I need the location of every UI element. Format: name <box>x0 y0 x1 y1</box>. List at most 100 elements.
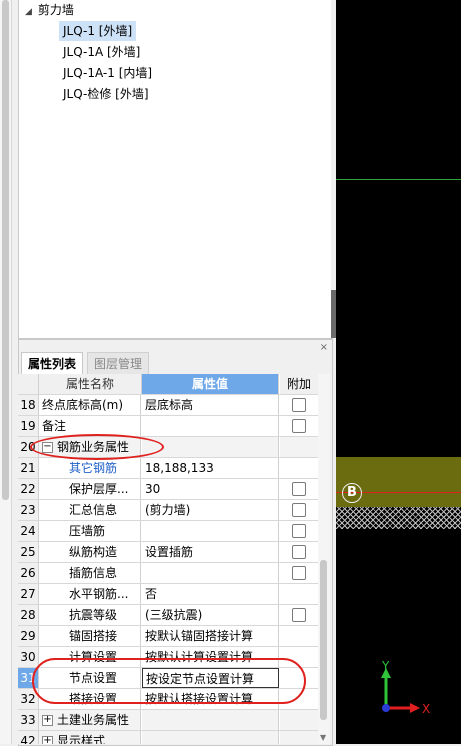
row-number: 18 <box>18 395 39 415</box>
close-icon[interactable]: × <box>320 342 328 353</box>
row-number: 20 <box>18 437 39 457</box>
row-extra <box>280 584 318 604</box>
tree-item-jlq-inspection[interactable]: JLQ-检修 [外墙] <box>59 84 153 104</box>
table-row[interactable]: 27 水平钢筋... 否 <box>18 584 318 605</box>
extra-checkbox[interactable] <box>292 524 306 538</box>
group-label: 土建业务属性 <box>57 713 130 727</box>
table-row[interactable]: 32 搭接设置 按默认搭接设置计算 <box>18 689 318 710</box>
row-value[interactable] <box>142 521 279 541</box>
row-name: + 土建业务属性 <box>39 710 141 730</box>
property-grid: 属性名称 属性值 附加 18 终点底标高(m) 层底标高 19 备注 20 − 钢… <box>18 374 318 744</box>
row-name: + 显示样式 <box>39 731 141 744</box>
row-extra <box>280 521 318 541</box>
table-row[interactable]: 23 汇总信息 (剪力墙) <box>18 500 318 521</box>
axis-marker-b[interactable]: B <box>342 483 362 503</box>
table-row[interactable]: 25 纵筋构造 设置插筋 <box>18 542 318 563</box>
table-row[interactable]: 22 保护层厚... 30 <box>18 479 318 500</box>
grid-scrollbar-thumb[interactable] <box>320 560 327 720</box>
grid-header: 属性名称 属性值 附加 <box>18 374 318 395</box>
expand-icon[interactable]: + <box>42 736 53 744</box>
tree-item-jlq-1a[interactable]: JLQ-1A [外墙] <box>59 42 144 62</box>
row-name: 节点设置 <box>39 668 141 688</box>
extra-checkbox[interactable] <box>292 503 306 517</box>
table-row[interactable]: 18 终点底标高(m) 层底标高 <box>18 395 318 416</box>
row-value <box>142 437 279 457</box>
extra-checkbox[interactable] <box>292 419 306 433</box>
group-label: 显示样式 <box>57 734 106 744</box>
group-label: 钢筋业务属性 <box>57 440 130 454</box>
row-name: − 钢筋业务属性 <box>39 437 141 457</box>
extra-checkbox[interactable] <box>292 566 306 580</box>
row-name: 终点底标高(m) <box>39 395 141 415</box>
tab-property-list[interactable]: 属性列表 <box>21 352 84 375</box>
tree-item-jlq-1[interactable]: JLQ-1 [外墙] <box>59 21 137 41</box>
group-row-civil[interactable]: 33 + 土建业务属性 <box>18 710 318 731</box>
row-value[interactable]: 30 <box>142 479 279 499</box>
row-extra <box>280 668 318 688</box>
row-number: 31 <box>18 668 39 688</box>
row-value[interactable] <box>142 416 279 436</box>
extra-checkbox[interactable] <box>292 545 306 559</box>
row-number: 30 <box>18 647 39 667</box>
drawing-canvas[interactable]: B Y X <box>336 0 461 744</box>
extra-checkbox[interactable] <box>292 398 306 412</box>
collapse-icon[interactable]: − <box>42 442 53 453</box>
row-value[interactable]: (三级抗震) <box>142 605 279 625</box>
extra-checkbox[interactable] <box>292 608 306 622</box>
row-value[interactable]: 按默认计算设置计算 <box>142 647 279 667</box>
group-row-rebar[interactable]: 20 − 钢筋业务属性 <box>18 437 318 458</box>
row-value[interactable]: (剪力墙) <box>142 500 279 520</box>
row-value <box>142 731 279 744</box>
header-extra: 附加 <box>280 374 318 394</box>
row-extra <box>280 626 318 646</box>
scroll-down-icon[interactable]: ▼ <box>320 733 326 742</box>
extra-checkbox[interactable] <box>292 482 306 496</box>
row-name: 备注 <box>39 416 141 436</box>
table-row[interactable]: 28 抗震等级 (三级抗震) <box>18 605 318 626</box>
x-axis-label: X <box>422 702 430 716</box>
row-value[interactable] <box>142 563 279 583</box>
grid-scrollbar[interactable]: ▼ <box>318 374 330 744</box>
table-row[interactable]: 19 备注 <box>18 416 318 437</box>
tree-item-label: JLQ-检修 [外墙] <box>63 87 149 101</box>
group-row-display[interactable]: 42 + 显示样式 <box>18 731 318 744</box>
row-extra <box>280 689 318 709</box>
tree-item-jlq-1a-1[interactable]: JLQ-1A-1 [内墙] <box>59 63 156 83</box>
row-number: 25 <box>18 542 39 562</box>
row-name: 保护层厚... <box>39 479 141 499</box>
collapse-triangle-icon[interactable]: ◢ <box>25 7 32 17</box>
table-row[interactable]: 29 锚固搭接 按默认锚固搭接计算 <box>18 626 318 647</box>
row-value[interactable]: 按默认锚固搭接计算 <box>142 626 279 646</box>
row-number: 29 <box>18 626 39 646</box>
left-scrollbar-thumb[interactable] <box>2 0 9 500</box>
row-name: 纵筋构造 <box>39 542 141 562</box>
row-extra <box>280 563 318 583</box>
row-value[interactable]: 层底标高 <box>142 395 279 415</box>
row-value-editing[interactable]: 按设定节点设置计算 <box>142 668 279 688</box>
row-extra <box>280 479 318 499</box>
row-number: 21 <box>18 458 39 478</box>
row-name: 锚固搭接 <box>39 626 141 646</box>
row-extra <box>280 542 318 562</box>
row-value[interactable]: 设置插筋 <box>142 542 279 562</box>
row-name: 插筋信息 <box>39 563 141 583</box>
row-value[interactable]: 否 <box>142 584 279 604</box>
expand-icon[interactable]: + <box>42 715 53 726</box>
header-name: 属性名称 <box>39 374 142 394</box>
table-row[interactable]: 24 压墙筋 <box>18 521 318 542</box>
table-row[interactable]: 21 其它钢筋 18,188,133 <box>18 458 318 479</box>
row-value[interactable]: 按默认搭接设置计算 <box>142 689 279 709</box>
table-row[interactable]: 30 计算设置 按默认计算设置计算 <box>18 647 318 668</box>
row-number: 26 <box>18 563 39 583</box>
row-number: 32 <box>18 689 39 709</box>
table-row[interactable]: 26 插筋信息 <box>18 563 318 584</box>
tree-item-label: JLQ-1A-1 [内墙] <box>63 66 153 80</box>
tab-layer-management[interactable]: 图层管理 <box>87 352 150 375</box>
left-scrollbar[interactable] <box>0 0 12 744</box>
table-row-node-settings[interactable]: 31 节点设置 按设定节点设置计算 <box>18 668 318 689</box>
row-value[interactable]: 18,188,133 <box>142 458 279 478</box>
component-tree: ◢ 剪力墙 JLQ-1 [外墙] JLQ-1A [外墙] JLQ-1A-1 [内墙… <box>18 0 333 339</box>
row-number: 24 <box>18 521 39 541</box>
row-extra <box>280 647 318 667</box>
tree-group-shear-wall[interactable]: ◢ 剪力墙 <box>25 0 74 20</box>
